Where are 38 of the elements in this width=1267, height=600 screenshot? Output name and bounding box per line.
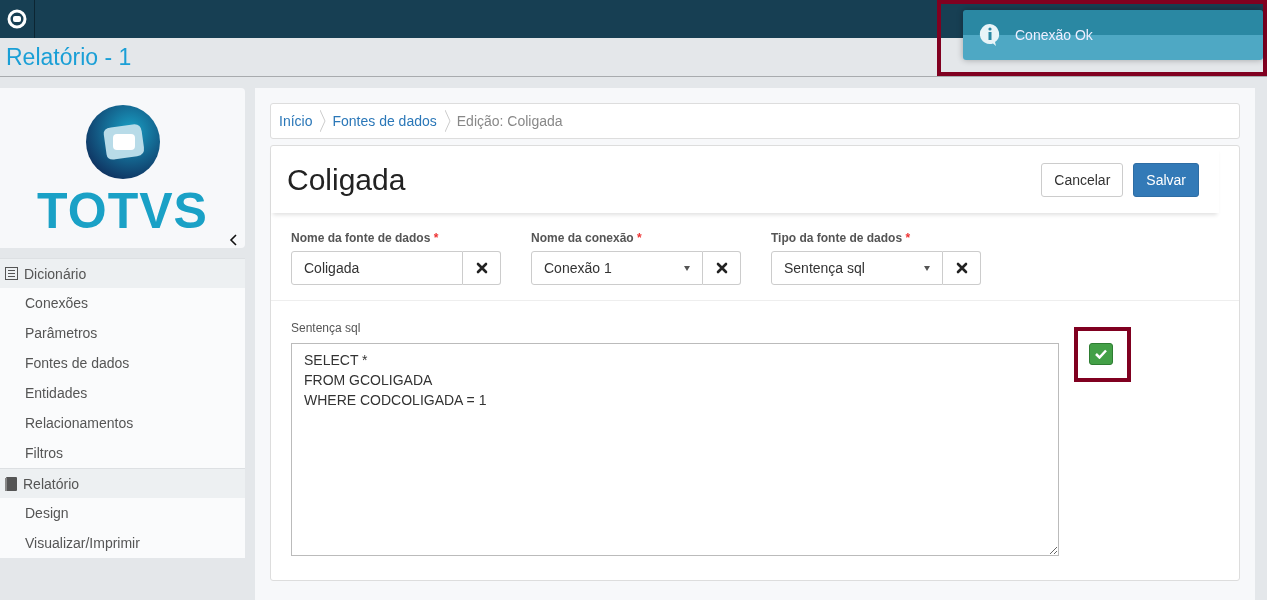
cancel-button[interactable]: Cancelar xyxy=(1041,162,1124,197)
highlight-frame xyxy=(1074,327,1131,382)
breadcrumb-item[interactable]: Fontes de dados xyxy=(332,113,437,129)
field-label: Nome da conexão * xyxy=(531,231,643,245)
input-field[interactable]: Coligada xyxy=(291,251,463,285)
logo-icon xyxy=(84,104,161,180)
select-field[interactable]: Sentença sql xyxy=(771,251,943,285)
field-label: Tipo da fonte de dados * xyxy=(771,231,912,245)
clear-icon xyxy=(715,262,728,274)
info-icon xyxy=(979,23,1001,47)
logo-text: TOTVS xyxy=(37,186,208,236)
form-title: Coligada xyxy=(287,162,406,197)
validate-button[interactable] xyxy=(1089,343,1113,365)
clear-button[interactable] xyxy=(703,251,741,285)
separator-icon xyxy=(320,110,327,132)
app-logo-icon[interactable] xyxy=(7,9,27,29)
sql-editor[interactable]: SELECT * FROM GCOLIGADA WHERE CODCOLIGADA = 1 xyxy=(291,343,1059,556)
page-title: Relatório - 1 xyxy=(6,43,132,71)
select-field[interactable]: Conexão 1 xyxy=(531,251,703,285)
breadcrumb-item: Edição: Coligada xyxy=(456,113,563,129)
menu-section[interactable]: Dicionário xyxy=(0,258,245,288)
book-icon xyxy=(5,476,17,491)
field-label: Nome da fonte de dados * xyxy=(291,231,440,245)
dropdown-icon xyxy=(684,265,690,271)
list-icon xyxy=(5,267,18,280)
check-icon xyxy=(1095,349,1107,359)
clear-button[interactable] xyxy=(463,251,501,285)
toast-message: Conexão Ok xyxy=(1015,27,1093,43)
collapse-icon[interactable] xyxy=(229,234,237,246)
clear-button[interactable] xyxy=(943,251,981,285)
dropdown-icon xyxy=(924,265,930,271)
field-label: Sentença sql xyxy=(291,321,362,335)
breadcrumb-item[interactable]: Início xyxy=(279,113,313,129)
clear-icon xyxy=(955,262,968,274)
menu-section[interactable]: Relatório xyxy=(0,468,245,498)
clear-icon xyxy=(475,262,488,274)
save-button[interactable]: Salvar xyxy=(1133,162,1199,197)
separator-icon xyxy=(444,110,451,132)
